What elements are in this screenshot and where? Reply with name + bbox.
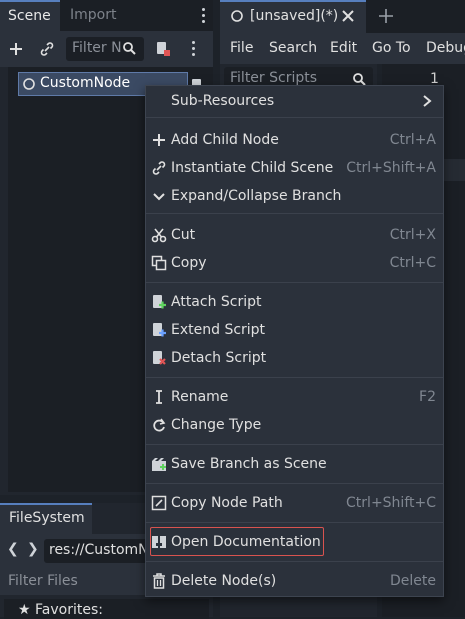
change-type-icon [151, 417, 167, 433]
documentation-icon [151, 534, 167, 550]
editor-tab-title: [unsaved](*) [250, 8, 339, 24]
menu-separator [146, 561, 443, 562]
node-context-menu: Sub-Resources Add Child Node Ctrl+A Inst… [145, 85, 444, 597]
menu-item-attach-script[interactable]: Attach Script [146, 289, 443, 315]
scene-menu-icon[interactable] [192, 41, 196, 59]
close-icon[interactable] [342, 10, 354, 22]
menu-separator [146, 483, 443, 484]
chevron-right-icon [421, 94, 437, 110]
favorites-label: ★ Favorites: [18, 602, 103, 618]
node-circle-icon [22, 77, 36, 91]
tab-filesystem[interactable]: FileSystem [0, 503, 92, 534]
menu-file[interactable]: File [230, 33, 253, 64]
chevron-down-icon [151, 188, 167, 204]
extend-script-icon [151, 322, 167, 338]
menu-separator [146, 522, 443, 523]
menu-goto[interactable]: Go To [372, 33, 411, 64]
menu-item-save-branch-as-scene[interactable]: Save Branch as Scene [146, 451, 443, 477]
menu-item-copy-node-path[interactable]: Copy Node Path Ctrl+Shift+C [146, 490, 443, 516]
menu-item-expand-collapse-branch[interactable]: Expand/Collapse Branch [146, 183, 443, 209]
save-branch-icon [151, 456, 167, 472]
script-menubar: File Search Edit Go To Debug [220, 33, 465, 64]
menu-item-instantiate-child-scene[interactable]: Instantiate Child Scene Ctrl+Shift+A [146, 155, 443, 181]
plus-icon [151, 132, 167, 148]
menu-item-cut[interactable]: Cut Ctrl+X [146, 222, 443, 248]
copy-path-icon [151, 495, 167, 511]
add-node-icon[interactable] [8, 41, 24, 57]
menu-separator [146, 377, 443, 378]
new-tab-icon[interactable] [378, 8, 394, 24]
rename-icon [151, 389, 167, 405]
trash-icon [151, 573, 167, 589]
menu-search[interactable]: Search [269, 33, 317, 64]
search-icon [122, 41, 136, 55]
menu-edit[interactable]: Edit [330, 33, 357, 64]
favorites-row[interactable]: ★ Favorites: [4, 599, 209, 619]
scene-dock-tabs: Scene Import [0, 0, 213, 31]
scene-toolbar: Filter N [0, 31, 213, 67]
filter-nodes-input[interactable]: Filter N [66, 37, 144, 61]
menu-separator [146, 444, 443, 445]
menu-separator [146, 213, 443, 214]
editor-tabs: [unsaved](*) [220, 0, 465, 33]
menu-separator [146, 117, 443, 118]
scissors-icon [151, 227, 167, 243]
link-icon [151, 160, 167, 176]
attach-script-icon [151, 294, 167, 310]
menu-separator [146, 282, 443, 283]
tab-import[interactable]: Import [70, 0, 116, 31]
forward-icon[interactable]: ❯ [27, 541, 39, 557]
menu-item-add-child-node[interactable]: Add Child Node Ctrl+A [146, 127, 443, 153]
menu-item-detach-script[interactable]: Detach Script [146, 345, 443, 371]
link-icon[interactable] [39, 41, 55, 57]
tab-unsaved[interactable]: [unsaved](*) [220, 0, 366, 33]
search-icon [352, 72, 366, 86]
menu-debug[interactable]: Debug [426, 33, 465, 64]
detach-script-icon [151, 350, 167, 366]
menu-item-copy[interactable]: Copy Ctrl+C [146, 250, 443, 276]
menu-item-delete-nodes[interactable]: Delete Node(s) Delete [146, 568, 443, 594]
menu-item-open-documentation[interactable]: Open Documentation [146, 529, 443, 555]
dock-menu-icon[interactable] [202, 8, 206, 26]
node-circle-icon [230, 9, 244, 23]
menu-item-change-type[interactable]: Change Type [146, 412, 443, 438]
menu-item-sub-resources[interactable]: Sub-Resources [146, 88, 443, 114]
copy-icon [151, 255, 167, 271]
menu-item-extend-script[interactable]: Extend Script [146, 317, 443, 343]
menu-item-rename[interactable]: Rename F2 [146, 384, 443, 410]
script-filter-icon[interactable] [155, 41, 171, 57]
tab-scene[interactable]: Scene [0, 0, 60, 31]
back-icon[interactable]: ❮ [7, 541, 19, 557]
root-node-label: CustomNode [40, 75, 131, 91]
